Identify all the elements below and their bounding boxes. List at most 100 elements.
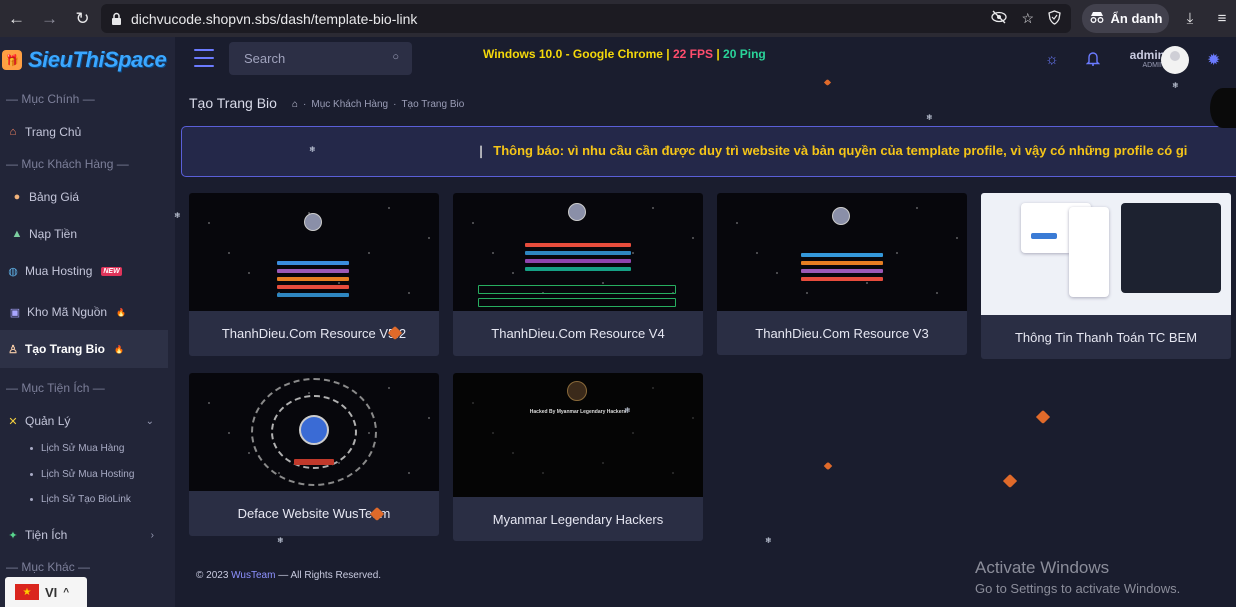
reload-icon[interactable]: ↻ <box>66 0 99 37</box>
tools-icon: ✕ <box>8 415 18 428</box>
subitem-biolink-history[interactable]: Lịch Sử Tạo BioLink <box>30 494 131 505</box>
activate-windows-watermark: Activate Windows Go to Settings to activ… <box>975 558 1180 596</box>
user-role: ADMIN <box>1142 62 1165 69</box>
page-title: Tạo Trang Bio <box>189 95 277 111</box>
breadcrumb: ⌂ · Mục Khách Hàng · Tạo Trang Bio <box>292 99 464 110</box>
sidebar-item-manage[interactable]: ✕ Quản Lý ⌄ <box>0 402 168 440</box>
bookmark-star-icon[interactable]: ☆ <box>1021 10 1034 27</box>
template-name[interactable]: ThanhDieu.Com Resource V4 <box>453 311 703 356</box>
search-input[interactable] <box>244 51 384 66</box>
snowflake-icon: ❄ <box>765 536 772 545</box>
sidebar-item-topup[interactable]: ▲ Nạp Tiền <box>0 215 168 253</box>
chevron-right-icon: › <box>150 529 154 541</box>
sidebar-item-utilities[interactable]: ✦ Tiện Ích › <box>0 516 168 554</box>
home-icon[interactable]: ⌂ <box>292 99 298 110</box>
sidebar-item-label: Tiện Ích <box>25 528 68 542</box>
template-name[interactable]: Deface Website WusTeam <box>189 491 439 536</box>
settings-gear-icon[interactable]: ✹ <box>1207 50 1220 70</box>
subitem-hosting-history[interactable]: Lịch Sử Mua Hosting <box>30 469 134 480</box>
person-icon: ♙ <box>8 343 18 356</box>
template-thumbnail[interactable] <box>717 193 967 311</box>
sidebar-item-home[interactable]: ⌂ Trang Chủ <box>0 113 168 151</box>
template-thumbnail[interactable] <box>189 193 439 311</box>
sys-fps: 22 FPS <box>672 47 713 61</box>
sidebar-item-label: Trang Chủ <box>25 125 82 139</box>
breadcrumb-separator: · <box>303 99 307 110</box>
snowflake-icon: ❄ <box>277 536 284 545</box>
template-thumbnail[interactable]: Hacked By Myanmar Legendary Hackers <box>453 373 703 497</box>
watermark-subtitle: Go to Settings to activate Windows. <box>975 581 1181 596</box>
user-name: admin <box>1129 48 1165 62</box>
lock-icon[interactable] <box>109 11 123 27</box>
search-icon[interactable]: ○ <box>392 51 399 63</box>
sidebar-item-bio[interactable]: ♙ Tạo Trang Bio 🔥 <box>0 330 168 368</box>
hot-badge: 🔥 <box>116 307 127 317</box>
language-switcher[interactable]: ★ VI ^ <box>5 577 87 607</box>
template-name[interactable]: ThanhDieu.Com Resource V3 <box>717 311 967 355</box>
cat-mascot-icon <box>1210 88 1236 128</box>
template-card[interactable]: Deface Website WusTeam <box>189 373 439 536</box>
template-card[interactable]: ThanhDieu.Com Resource V4 <box>453 193 703 356</box>
box-icon: ▣ <box>9 306 21 319</box>
subitem-label: Lịch Sử Mua Hàng <box>41 443 125 454</box>
snowflake-icon: ❄ <box>624 406 631 415</box>
subitem-purchase-history[interactable]: Lịch Sử Mua Hàng <box>30 443 124 454</box>
incognito-button[interactable]: Ẩn danh <box>1082 4 1169 33</box>
maple-leaf-icon <box>1002 473 1018 489</box>
footer: © 2023 WusTeam — All Rights Reserved. <box>196 570 381 581</box>
forward-icon[interactable]: → <box>33 0 66 37</box>
template-card[interactable]: Hacked By Myanmar Legendary Hackers Myan… <box>453 373 703 541</box>
gift-icon: 🎁 <box>2 50 22 70</box>
url-text[interactable]: dichvucode.shopvn.sbs/dash/template-bio-… <box>131 11 417 27</box>
hamburger-menu-icon[interactable] <box>194 49 214 67</box>
sidebar-item-hosting[interactable]: ◍ Mua Hosting NEW <box>0 252 168 290</box>
incognito-label: Ẩn danh <box>1110 11 1163 26</box>
footer-prefix: © 2023 <box>196 570 232 581</box>
subitem-label: Lịch Sử Mua Hosting <box>41 469 135 480</box>
template-thumbnail[interactable] <box>981 193 1231 315</box>
sun-icon[interactable]: ☼ <box>1045 51 1059 68</box>
breadcrumb-separator: · <box>393 99 397 110</box>
shield-icon[interactable] <box>1048 9 1061 28</box>
bell-icon[interactable] <box>1085 51 1101 70</box>
address-bar[interactable]: dichvucode.shopvn.sbs/dash/template-bio-… <box>101 4 1071 33</box>
back-icon[interactable]: ← <box>0 0 33 37</box>
template-card[interactable]: ThanhDieu.Com Resource V3 <box>717 193 967 355</box>
section-customer: — Mục Khách Hàng — <box>6 157 129 171</box>
template-card[interactable]: Thông Tin Thanh Toán TC BEM <box>981 193 1231 359</box>
sidebar-item-source-code[interactable]: ▣ Kho Mã Nguồn 🔥 <box>0 293 168 331</box>
info-icon: ❘ <box>476 144 487 158</box>
template-thumbnail[interactable] <box>453 193 703 311</box>
template-name[interactable]: Thông Tin Thanh Toán TC BEM <box>981 315 1231 359</box>
sidebar-item-pricing[interactable]: ● Bảng Giá <box>0 178 168 216</box>
footer-suffix: — All Rights Reserved. <box>275 570 382 581</box>
language-label: VI <box>45 584 58 600</box>
hot-badge: 🔥 <box>114 344 124 354</box>
new-badge: NEW <box>101 266 122 276</box>
subitem-label: Lịch Sử Tạo BioLink <box>41 494 131 505</box>
template-name[interactable]: Myanmar Legendary Hackers <box>453 497 703 541</box>
menu-icon[interactable]: ≡ <box>1207 0 1236 37</box>
footer-brand[interactable]: WusTeam <box>231 570 275 581</box>
chevron-up-icon: ^ <box>63 586 70 598</box>
chevron-down-icon: ⌄ <box>145 415 154 427</box>
logo[interactable]: 🎁 SieuThiSpace <box>2 45 172 75</box>
snowflake-icon: ❄ <box>309 145 316 154</box>
avatar[interactable] <box>1161 46 1189 74</box>
home-icon: ⌂ <box>9 126 17 138</box>
thumb-caption: Hacked By Myanmar Legendary Hackers <box>529 409 627 415</box>
watermark-title: Activate Windows <box>975 558 1110 577</box>
user-info[interactable]: admin ADMIN <box>1113 48 1165 69</box>
search-box[interactable]: ○ <box>229 42 412 75</box>
breadcrumb-item[interactable]: Mục Khách Hàng <box>311 99 388 110</box>
sidebar-item-label: Tạo Trang Bio <box>25 342 106 356</box>
tracking-protection-icon[interactable] <box>991 10 1008 27</box>
bullet-icon <box>30 498 33 501</box>
sidebar-item-label: Quản Lý <box>25 414 71 428</box>
sidebar-item-label: Kho Mã Nguồn <box>27 305 108 319</box>
money-icon: ▲ <box>11 228 23 240</box>
section-main: — Mục Chính — <box>6 92 95 106</box>
maple-leaf-icon <box>1035 409 1051 425</box>
download-icon[interactable]: ⤓ <box>1175 0 1205 37</box>
template-thumbnail[interactable] <box>189 373 439 491</box>
